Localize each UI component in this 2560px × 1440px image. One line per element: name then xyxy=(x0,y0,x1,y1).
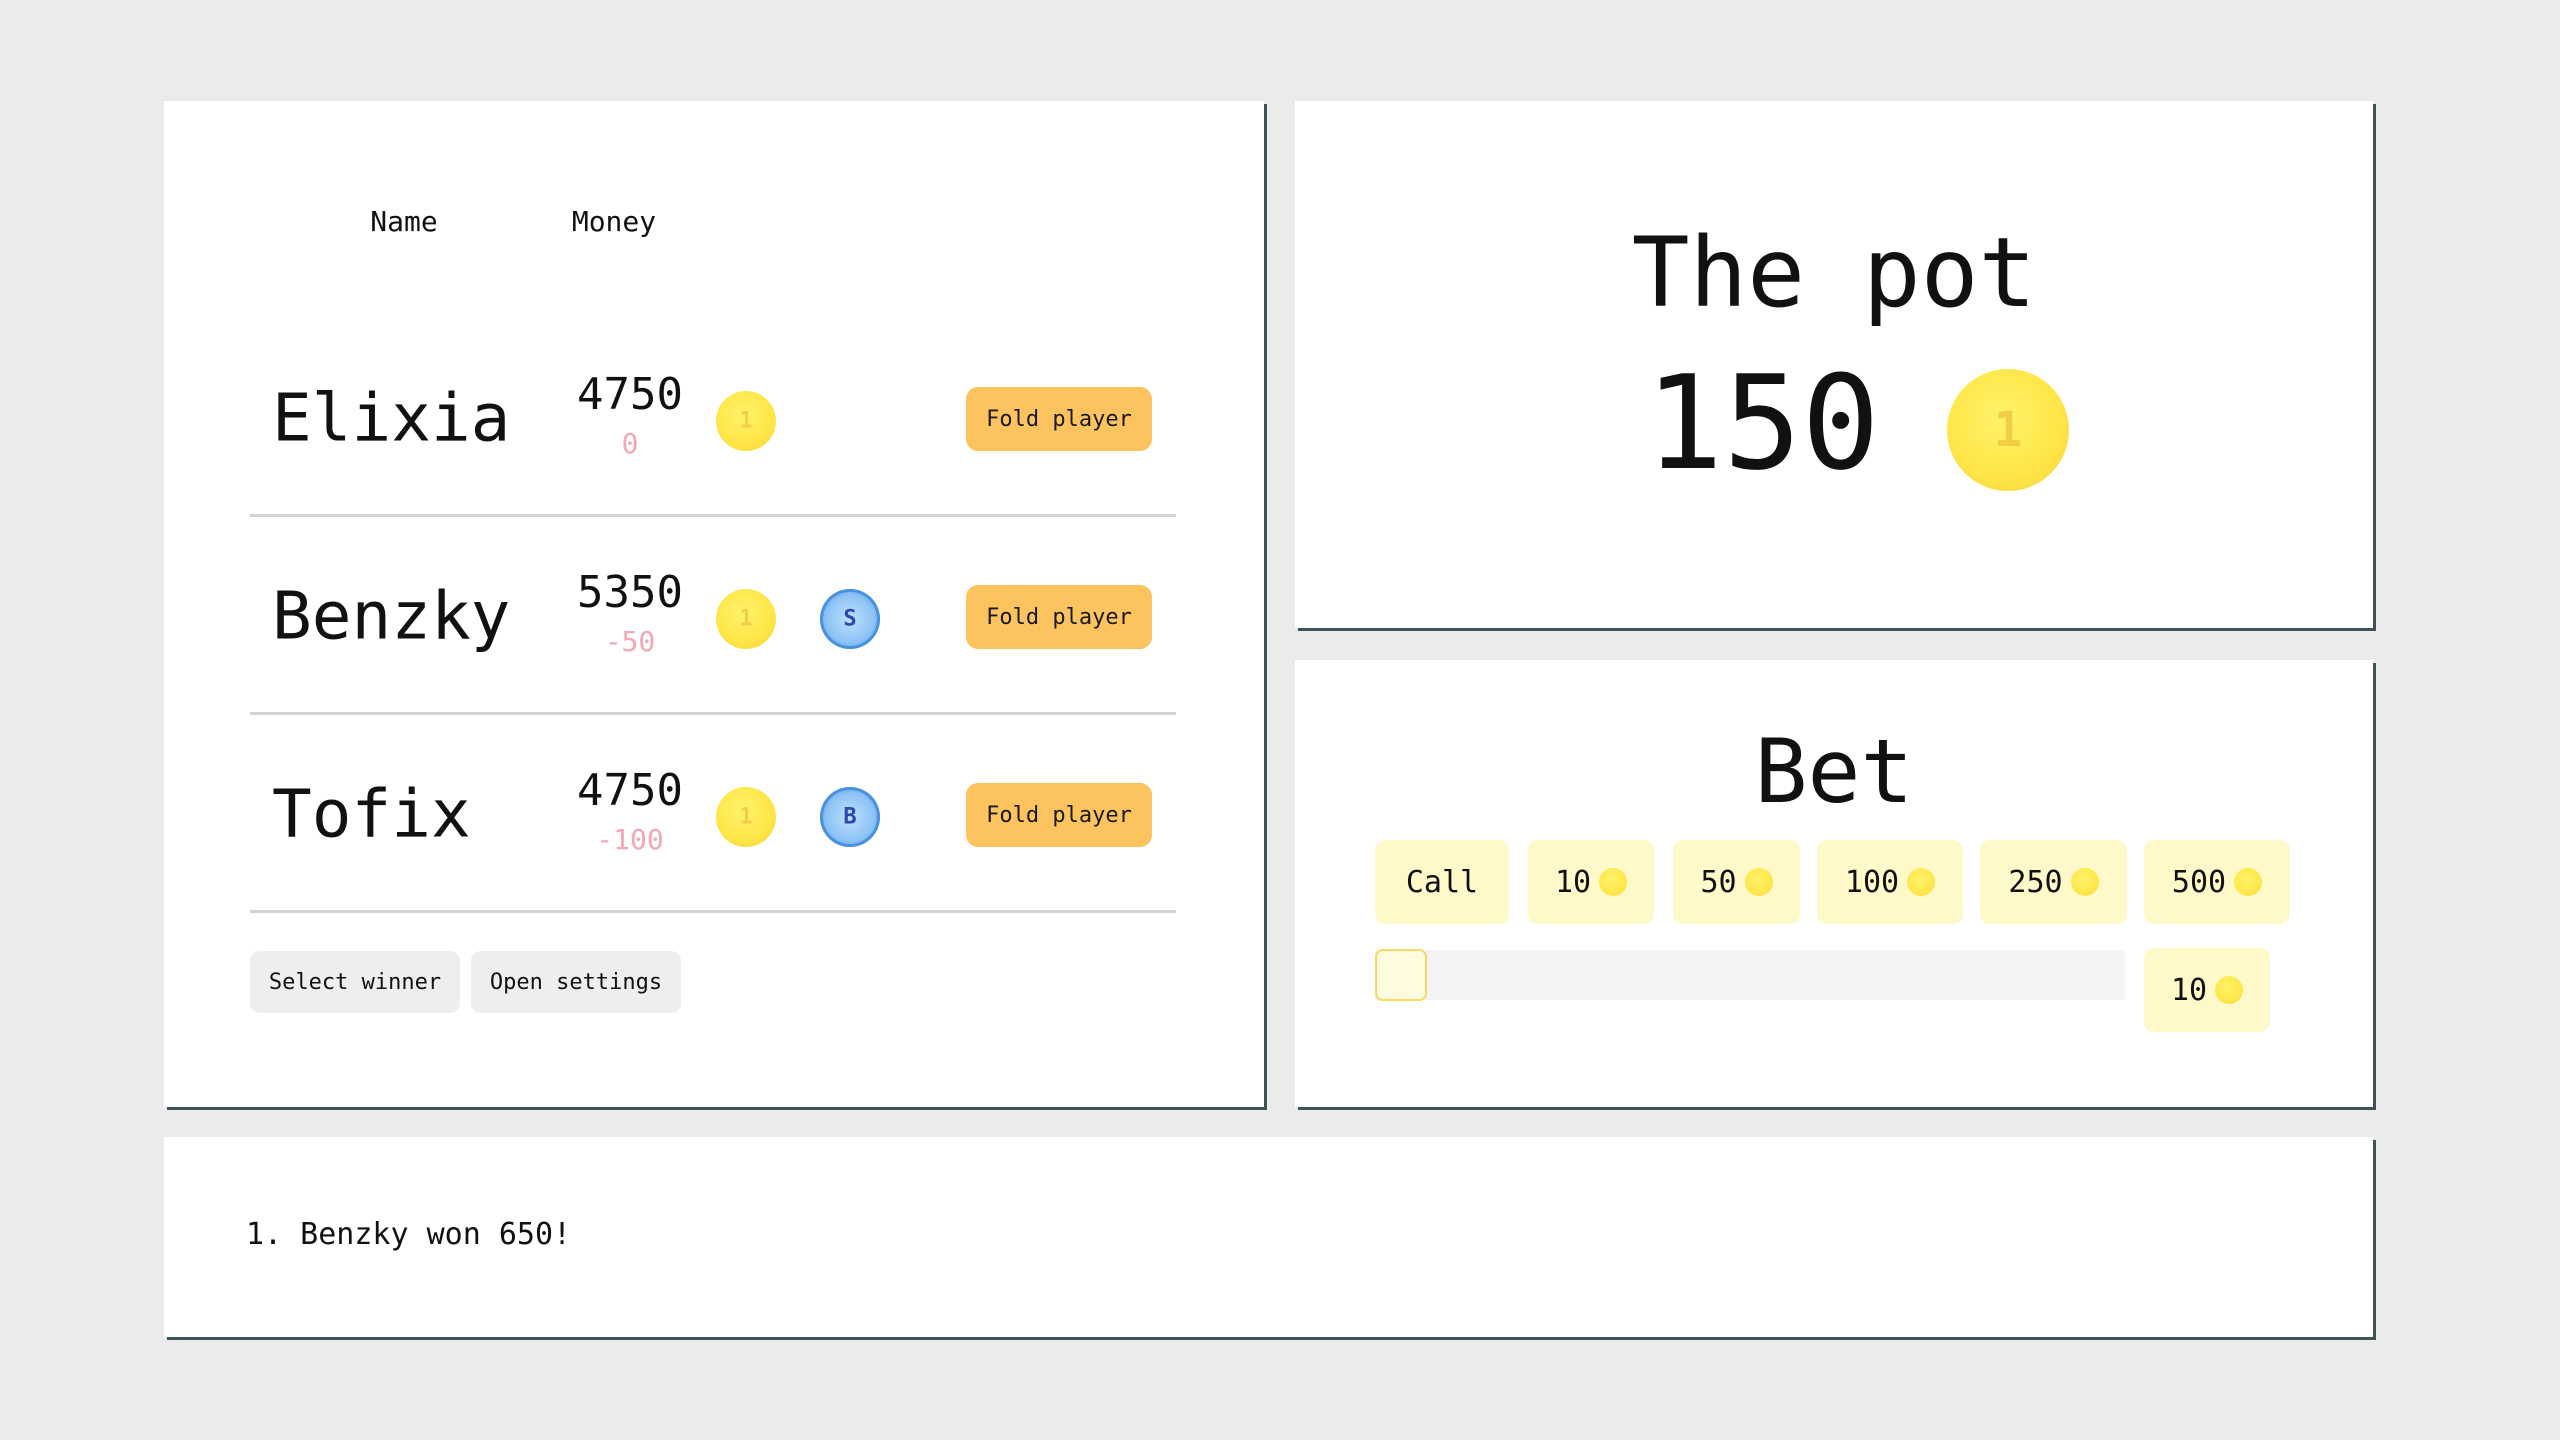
game-log-list: 1. Benzky won 650! xyxy=(246,1217,571,1252)
player-money: 4750 xyxy=(577,765,683,816)
money-column-header: Money xyxy=(571,205,657,238)
bet-panel: Bet Call 10 50 100 250 500 10 xyxy=(1295,660,2373,1107)
pot-amount: 150 xyxy=(1645,347,1880,499)
coin-icon xyxy=(2234,868,2263,896)
bet-10-button[interactable]: 10 xyxy=(1528,840,1654,924)
open-settings-button[interactable]: Open settings xyxy=(471,951,681,1013)
coin-icon xyxy=(1907,868,1936,896)
bet-250-button[interactable]: 250 xyxy=(1980,840,2127,924)
coin-chip-icon: 1 xyxy=(716,787,776,847)
coin-icon xyxy=(2215,976,2244,1004)
coin-icon xyxy=(2070,868,2099,896)
bet-slider-track[interactable] xyxy=(1375,950,2125,1000)
big-blind-chip-icon: B xyxy=(820,787,880,847)
select-winner-button[interactable]: Select winner xyxy=(250,951,460,1013)
coin-chip-icon: 1 xyxy=(716,391,776,451)
player-money-delta: 0 xyxy=(621,427,639,460)
bet-value-display: 10 xyxy=(2144,948,2270,1032)
fold-player-button[interactable]: Fold player xyxy=(966,387,1152,451)
bet-title: Bet xyxy=(1754,720,1914,823)
row-divider xyxy=(250,910,1176,913)
player-name: Elixia xyxy=(272,379,511,457)
player-money-delta: -50 xyxy=(604,625,656,658)
player-money: 4750 xyxy=(577,369,683,420)
coin-chip-icon: 1 xyxy=(716,589,776,649)
players-panel: Name Money Elixia 4750 0 1 Fold player B… xyxy=(164,101,1264,1107)
fold-player-button[interactable]: Fold player xyxy=(966,585,1152,649)
name-column-header: Name xyxy=(370,205,438,238)
player-name: Tofix xyxy=(272,775,471,853)
player-money: 5350 xyxy=(577,567,683,618)
small-blind-chip-icon: S xyxy=(820,589,880,649)
game-log-panel: 1. Benzky won 650! xyxy=(164,1137,2373,1337)
fold-player-button[interactable]: Fold player xyxy=(966,783,1152,847)
log-entry: 1. Benzky won 650! xyxy=(246,1217,572,1252)
player-money-delta: -100 xyxy=(596,823,664,856)
bet-500-button[interactable]: 500 xyxy=(2144,840,2290,924)
pot-panel: The pot 150 1 xyxy=(1295,101,2373,628)
player-row: Elixia 4750 0 1 Fold player xyxy=(250,319,1176,517)
player-name: Benzky xyxy=(272,577,511,655)
coin-icon xyxy=(1744,868,1773,896)
pot-title: The pot xyxy=(1631,217,2037,329)
bet-slider-handle[interactable] xyxy=(1375,949,1427,1001)
coin-icon: 1 xyxy=(1947,369,2069,491)
bet-50-button[interactable]: 50 xyxy=(1673,840,1800,924)
coin-icon xyxy=(1599,868,1628,896)
bet-100-button[interactable]: 100 xyxy=(1817,840,1963,924)
player-row: Tofix 4750 -100 1 B Fold player xyxy=(250,715,1176,913)
call-button[interactable]: Call xyxy=(1375,840,1509,924)
player-row: Benzky 5350 -50 1 S Fold player xyxy=(250,517,1176,715)
